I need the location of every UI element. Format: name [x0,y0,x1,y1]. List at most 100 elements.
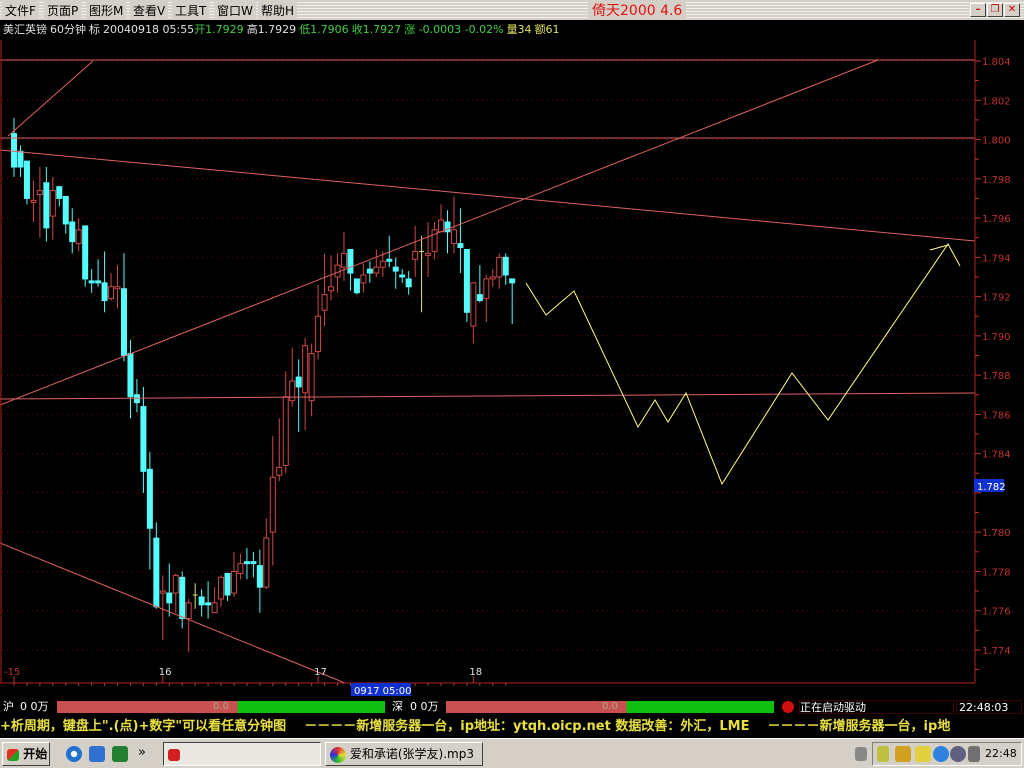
candle[interactable] [450,196,457,254]
candle[interactable] [101,251,108,313]
candle[interactable] [114,265,121,309]
media-player-icon[interactable] [66,746,82,762]
menu-graph[interactable]: 图形M [86,2,127,19]
volume-icon[interactable] [950,746,966,762]
app-quicklaunch-icon[interactable] [112,746,128,762]
candle[interactable] [276,418,283,482]
candle[interactable] [315,284,322,360]
candle[interactable] [282,371,289,474]
candle[interactable] [23,160,30,205]
more-quicklaunch-button[interactable]: » [138,745,146,760]
candle[interactable] [211,587,218,614]
candle[interactable] [95,259,102,287]
candle[interactable] [295,359,302,433]
tray-icon[interactable] [915,746,931,762]
browser-icon[interactable] [89,746,105,762]
menu-view[interactable]: 查看V [130,2,169,19]
candle[interactable] [192,583,198,609]
open-price: 开1.7929 [194,23,244,36]
start-label: 开始 [23,747,48,761]
candle[interactable] [140,386,147,493]
candle[interactable] [489,269,496,287]
candle[interactable] [146,451,153,570]
menu-help[interactable]: 帮助H [258,2,298,19]
candle[interactable] [133,379,140,413]
candle[interactable] [483,274,490,323]
candle[interactable] [470,282,477,344]
candle[interactable] [243,547,250,580]
candle[interactable] [502,253,509,285]
menu-page[interactable]: 页面P [44,2,82,19]
candle[interactable] [43,167,50,242]
candle[interactable] [30,180,37,222]
candle[interactable] [399,269,406,283]
candle[interactable] [179,571,186,629]
candle[interactable] [308,343,315,417]
candle[interactable] [120,253,127,362]
candle[interactable] [56,186,63,207]
candle[interactable] [269,435,276,566]
candle[interactable] [256,549,263,613]
candle[interactable] [218,575,225,607]
candle[interactable] [17,145,24,177]
candle[interactable] [463,248,470,323]
candle[interactable] [353,278,360,295]
taskbar-item-mp3[interactable]: 爱和承诺(张学友).mp3 [325,742,483,766]
tray-icon[interactable] [933,746,949,762]
candle[interactable] [198,589,205,617]
y-tick-label: 1.790 [982,332,1011,343]
menu-window[interactable]: 窗口W [214,2,256,19]
candle[interactable] [159,575,166,641]
candle[interactable] [36,167,43,238]
candle[interactable] [127,339,134,419]
candle[interactable] [172,573,179,613]
candle[interactable] [69,208,76,254]
candle[interactable] [412,225,419,277]
candle[interactable] [205,581,212,619]
candle[interactable] [75,218,82,252]
candle[interactable] [328,255,335,301]
candle[interactable] [230,551,237,597]
candle[interactable] [224,572,231,601]
network-icon[interactable] [968,746,980,762]
candle[interactable] [419,235,425,313]
candle[interactable] [347,248,354,291]
close-button[interactable]: ✕ [1004,3,1020,17]
candle[interactable] [263,518,270,590]
candle[interactable] [360,263,367,293]
candle[interactable] [496,253,503,289]
candle[interactable] [88,269,95,293]
candle[interactable] [321,253,328,327]
candle[interactable] [153,522,160,609]
candle[interactable] [250,551,257,578]
candle[interactable] [340,231,347,281]
candle[interactable] [237,553,244,580]
candle[interactable] [373,249,380,277]
candle[interactable] [49,176,56,240]
candle[interactable] [405,271,412,295]
candle[interactable] [392,257,399,289]
menu-file[interactable]: 文件F [2,2,39,19]
candle-body [276,466,283,476]
restore-button[interactable]: ❐ [987,3,1003,17]
start-button[interactable]: 开始 [2,742,50,766]
minimize-button[interactable]: – [970,3,986,17]
candle[interactable] [82,225,89,287]
tray-icon[interactable] [895,746,911,762]
candle[interactable] [62,195,69,234]
taskbar-item-yitian[interactable] [163,742,321,766]
candle[interactable] [11,117,17,177]
candle[interactable] [108,273,115,301]
keyboard-icon[interactable] [855,747,867,761]
candlestick-chart[interactable]: 1.804 1.802 1.800 1.798 1.796 1.794 1.792 1.790… [0,40,1024,698]
candle[interactable] [366,261,373,283]
candle[interactable] [476,265,483,303]
candle[interactable] [431,221,438,260]
candle[interactable] [302,337,309,431]
candle[interactable] [509,278,516,325]
candle[interactable] [185,598,192,652]
candle[interactable] [425,221,432,277]
candle[interactable] [444,210,451,254]
tray-icon[interactable] [877,746,889,762]
menu-tools[interactable]: 工具T [172,2,210,19]
